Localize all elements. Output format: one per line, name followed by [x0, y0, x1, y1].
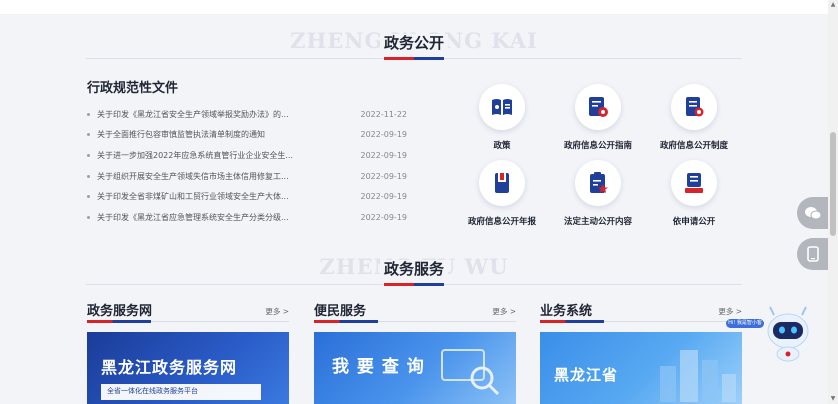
service-column-convenience: 便民服务 更多 > 我 要 查 询	[314, 300, 516, 404]
icon-item-label: 政策	[493, 141, 511, 151]
bullet-icon	[87, 195, 90, 199]
service-title[interactable]: 政务服务网	[87, 300, 152, 319]
icon-item-disclosure-guide[interactable]: 政府信息公开指南	[550, 84, 646, 151]
title-accent	[87, 320, 151, 323]
section-title: 政务公开	[379, 34, 448, 52]
service-title[interactable]: 业务系统	[540, 300, 592, 319]
bullet-icon	[87, 174, 90, 178]
banner-text: 黑龙江政务服务网	[101, 358, 238, 377]
icon-item-label: 政府信息公开制度	[659, 141, 728, 151]
list-item[interactable]: 关于组织开展安全生产领域失信市场主体信用修复工... 2022-09-19	[87, 166, 407, 187]
service-column-business-system: 业务系统 更多 > 黑龙江省	[540, 300, 742, 404]
service-banner[interactable]: 黑龙江政务服务网 全省一体化在线政务服务平台	[87, 332, 289, 404]
document-date: 2022-09-19	[360, 192, 408, 202]
document-link[interactable]: 关于印发《黑龙江省应急管理系统安全生产分类分级...	[97, 212, 351, 223]
bullet-icon	[87, 215, 90, 219]
icon-item-policy[interactable]: 政策	[454, 84, 550, 151]
service-banner[interactable]: 我 要 查 询	[314, 332, 516, 404]
more-link[interactable]: 更多 >	[492, 306, 516, 317]
list-item[interactable]: 关于印发《黑龙江省应急管理系统安全生产分类分级... 2022-09-19	[87, 207, 407, 228]
document-list: 关于印发《黑龙江省安全生产领域举报奖励办法》的... 2022-11-22 关于全…	[87, 104, 407, 228]
service-column-gov-network: 政务服务网 更多 > 黑龙江政务服务网 全省一体化在线政务服务平台	[87, 300, 289, 404]
bullet-icon	[87, 153, 90, 157]
document-date: 2022-09-19	[360, 171, 408, 181]
document-date: 2022-09-19	[360, 130, 408, 140]
scroll-up-arrow-icon[interactable]: ▲	[828, 0, 838, 10]
document-link[interactable]: 关于全面推行包容审慎监管执法清单制度的通知	[97, 129, 351, 140]
scroll-down-arrow-icon[interactable]: ▼	[828, 394, 838, 404]
top-strip	[0, 0, 828, 14]
icon-item-label: 依申请公开	[672, 217, 716, 227]
bullet-icon	[87, 133, 90, 137]
robot-badge[interactable]: Hi! 我是智小客	[726, 319, 764, 328]
icon-item-disclosure-system[interactable]: 政府信息公开制度	[646, 84, 742, 151]
icon-item-annual-report[interactable]: 政府信息公开年报	[454, 160, 550, 227]
list-item[interactable]: 关于印发全省非煤矿山和工贸行业领域安全生产大体... 2022-09-19	[87, 186, 407, 207]
annual-report-icon	[495, 173, 509, 193]
document-date: 2022-09-19	[360, 212, 408, 222]
wechat-icon	[805, 207, 821, 220]
icon-item-label: 政府信息公开指南	[563, 141, 632, 151]
scroll-thumb[interactable]	[830, 132, 836, 236]
document-link[interactable]: 关于印发《黑龙江省安全生产领域举报奖励办法》的...	[97, 109, 351, 120]
title-accent	[314, 320, 378, 323]
mobile-phone-icon	[807, 246, 819, 262]
document-link[interactable]: 关于组织开展安全生产领域失信市场主体信用修复工...	[97, 171, 351, 182]
more-link[interactable]: 更多 >	[265, 306, 289, 317]
search-decoration-icon	[441, 349, 500, 396]
statutory-content-icon	[590, 172, 608, 193]
banner-text: 我 要 查 询	[332, 357, 425, 377]
section-accent	[384, 57, 444, 60]
document-date: 2022-11-22	[360, 109, 408, 119]
icon-item-statutory-content[interactable]: 法定主动公开内容	[550, 160, 646, 227]
list-item[interactable]: 关于印发《黑龙江省安全生产领域举报奖励办法》的... 2022-11-22	[87, 104, 407, 125]
policy-book-icon	[492, 99, 512, 115]
section-title: 政务服务	[379, 260, 448, 278]
wechat-float-button[interactable]	[797, 197, 829, 229]
bullet-icon	[87, 112, 90, 116]
icon-item-apply-disclosure[interactable]: 依申请公开	[646, 160, 742, 227]
icon-item-label: 政府信息公开年报	[467, 217, 536, 227]
documents-title[interactable]: 行政规范性文件	[87, 77, 178, 96]
section-header-gov-affairs: ZHENG W ONG KAI 政务公开	[86, 24, 742, 68]
vertical-scrollbar[interactable]: ▲ ▼	[828, 0, 838, 404]
building-decoration-icon	[660, 350, 736, 402]
disclosure-guide-icon	[589, 97, 608, 117]
list-item[interactable]: 关于进一步加强2022年应急系统直管行业企业安全生... 2022-09-19	[87, 145, 407, 166]
document-link[interactable]: 关于进一步加强2022年应急系统直管行业企业安全生...	[97, 150, 351, 161]
section-accent	[384, 283, 444, 286]
banner-text: 黑龙江省	[554, 366, 619, 384]
banner-subtitle: 全省一体化在线政务服务平台	[101, 384, 261, 400]
document-link[interactable]: 关于印发全省非煤矿山和工贸行业领域安全生产大体...	[97, 191, 351, 202]
icon-item-label: 法定主动公开内容	[563, 217, 632, 227]
apply-disclosure-icon	[685, 173, 703, 193]
service-banner[interactable]: 黑龙江省	[540, 332, 742, 404]
mobile-float-button[interactable]	[797, 238, 829, 270]
list-item[interactable]: 关于全面推行包容审慎监管执法清单制度的通知 2022-09-19	[87, 125, 407, 146]
section-header-gov-service: ZHENG FU WU 政务服务	[86, 250, 742, 294]
robot-assistant-icon[interactable]	[764, 305, 812, 363]
disclosure-system-icon	[686, 97, 704, 117]
service-title[interactable]: 便民服务	[314, 300, 366, 319]
more-link[interactable]: 更多 >	[718, 306, 742, 317]
document-date: 2022-09-19	[360, 150, 408, 160]
title-accent	[540, 320, 604, 323]
